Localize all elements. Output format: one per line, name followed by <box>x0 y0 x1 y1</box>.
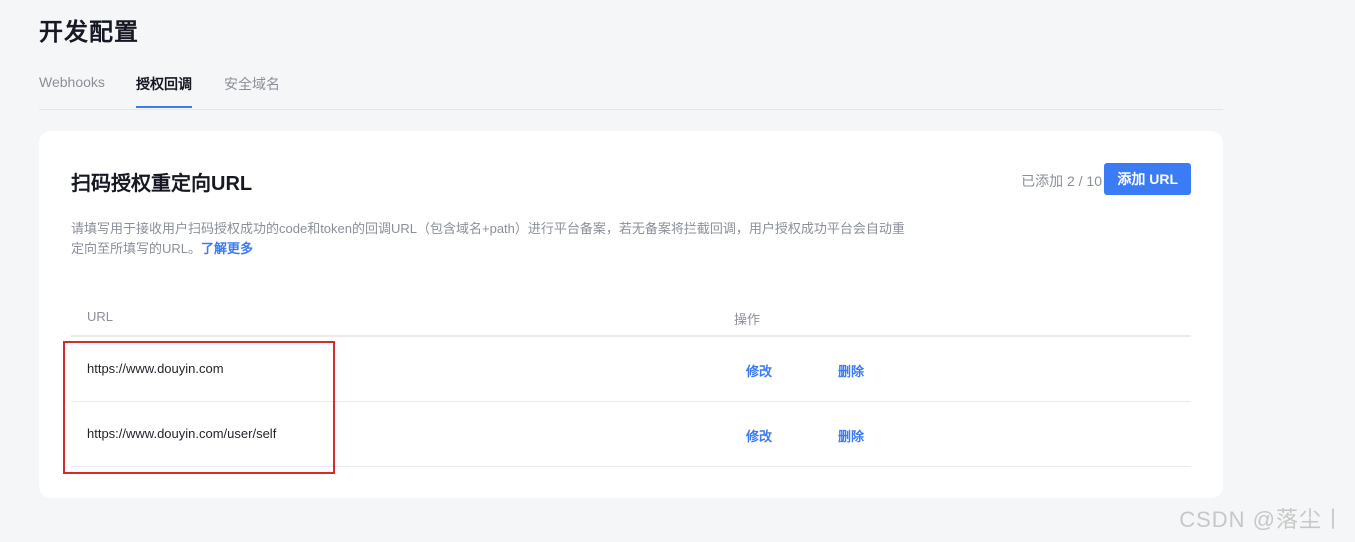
table-header: URL 操作 <box>71 295 1191 337</box>
watermark: CSDN @落尘丨 <box>1179 507 1345 532</box>
page-title: 开发配置 <box>39 19 139 46</box>
tab-security-domain[interactable]: 安全域名 <box>224 74 280 108</box>
edit-button[interactable]: 修改 <box>746 361 772 380</box>
row-url: https://www.douyin.com <box>87 361 224 376</box>
card-title: 扫码授权重定向URL <box>71 173 253 195</box>
delete-button[interactable]: 删除 <box>838 426 864 445</box>
add-url-button[interactable]: 添加 URL <box>1104 163 1191 195</box>
description-text: 请填写用于接收用户扫码授权成功的code和token的回调URL（包含域名+pa… <box>71 221 905 256</box>
tab-webhooks[interactable]: Webhooks <box>39 74 105 108</box>
redirect-url-card: 扫码授权重定向URL 已添加 2 / 10 添加 URL 请填写用于接收用户扫码… <box>39 131 1223 498</box>
edit-button[interactable]: 修改 <box>746 426 772 445</box>
table-row: https://www.douyin.com/user/self 修改 删除 <box>71 402 1191 467</box>
column-header-actions: 操作 <box>734 312 761 327</box>
row-url: https://www.douyin.com/user/self <box>87 426 277 441</box>
column-header-url: URL <box>87 309 114 324</box>
page: 开发配置 Webhooks 授权回调 安全域名 扫码授权重定向URL 已添加 2… <box>0 0 1355 542</box>
table-row: https://www.douyin.com 修改 删除 <box>71 337 1191 402</box>
tab-bar: Webhooks 授权回调 安全域名 <box>39 58 1223 110</box>
card-description: 请填写用于接收用户扫码授权成功的code和token的回调URL（包含域名+pa… <box>71 219 907 259</box>
learn-more-link[interactable]: 了解更多 <box>201 241 253 256</box>
delete-button[interactable]: 删除 <box>838 361 864 380</box>
url-count-text: 已添加 2 / 10 <box>1021 173 1102 189</box>
tab-auth-callback[interactable]: 授权回调 <box>136 74 192 108</box>
url-table: URL 操作 https://www.douyin.com 修改 删除 http… <box>71 295 1191 467</box>
